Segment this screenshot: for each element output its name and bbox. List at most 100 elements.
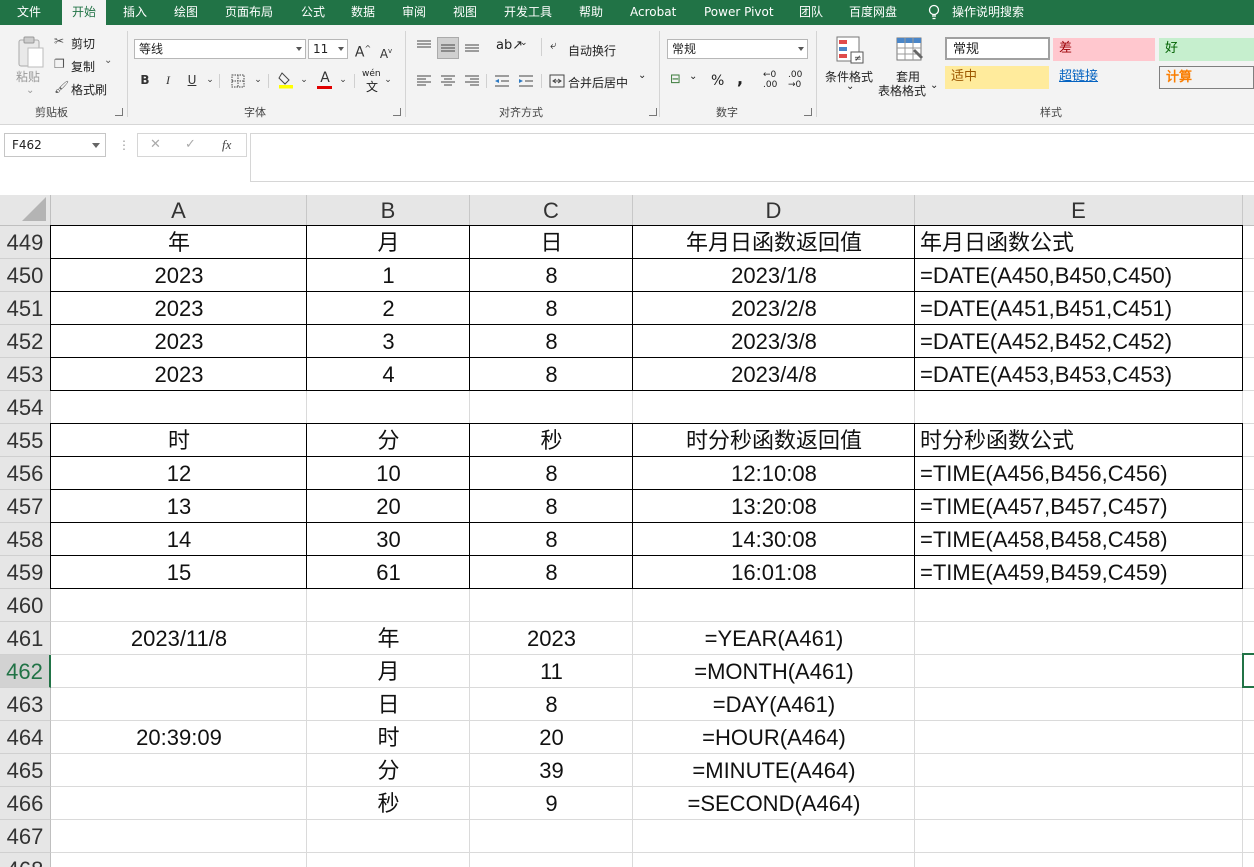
cell-e457[interactable]: =TIME(A457,B457,C457): [915, 490, 1243, 523]
cell-a454[interactable]: [51, 391, 307, 424]
paste-icon[interactable]: [16, 35, 46, 69]
drag-handle-icon[interactable]: ⋮: [118, 138, 130, 152]
column-header-b[interactable]: B: [307, 195, 470, 226]
cell-c467[interactable]: [470, 820, 633, 853]
menu-page-layout[interactable]: 页面布局: [225, 0, 273, 25]
font-color-button[interactable]: A: [315, 68, 335, 88]
row-header-462[interactable]: 462: [0, 655, 51, 688]
cell-e453[interactable]: =DATE(A453,B453,C453): [915, 358, 1243, 391]
cell-d459[interactable]: 16:01:08: [633, 556, 915, 589]
column-header-e[interactable]: E: [915, 195, 1243, 226]
cell-b461[interactable]: 年: [307, 622, 470, 655]
column-header-a[interactable]: A: [51, 195, 307, 226]
cell-d461[interactable]: =YEAR(A461): [633, 622, 915, 655]
cell-e449[interactable]: 年月日函数公式: [915, 226, 1243, 259]
wrap-text-button[interactable]: 自动换行: [568, 42, 616, 59]
cell-b459[interactable]: 61: [307, 556, 470, 589]
row-header-455[interactable]: 455: [0, 424, 51, 457]
format-as-table-icon[interactable]: [895, 35, 925, 65]
cell-b458[interactable]: 30: [307, 523, 470, 556]
format-as-table-chevron-icon[interactable]: ⌄: [930, 80, 938, 91]
cell-d457[interactable]: 13:20:08: [633, 490, 915, 523]
cell-c458[interactable]: 8: [470, 523, 633, 556]
format-as-table-label-2[interactable]: 表格格式: [878, 82, 926, 99]
font-launcher-icon[interactable]: [393, 108, 401, 116]
row-header-461[interactable]: 461: [0, 622, 51, 655]
cell-b453[interactable]: 4: [307, 358, 470, 391]
tell-me-search[interactable]: 操作说明搜索: [952, 0, 1024, 25]
cell-c463[interactable]: 8: [470, 688, 633, 721]
cell-a462[interactable]: [51, 655, 307, 688]
grow-font-button[interactable]: A^: [353, 39, 373, 61]
cell-e459[interactable]: =TIME(A459,B459,C459): [915, 556, 1243, 589]
cell-c456[interactable]: 8: [470, 457, 633, 490]
cell-a459[interactable]: 15: [51, 556, 307, 589]
cell-d465[interactable]: =MINUTE(A464): [633, 754, 915, 787]
cell-a465[interactable]: [51, 754, 307, 787]
cell-b456[interactable]: 10: [307, 457, 470, 490]
percent-style-button[interactable]: %: [711, 73, 724, 89]
cell-c468[interactable]: [470, 853, 633, 867]
cell-e466[interactable]: [915, 787, 1243, 820]
italic-button[interactable]: I: [158, 70, 178, 90]
cell-a463[interactable]: [51, 688, 307, 721]
menu-data[interactable]: 数据: [351, 0, 375, 25]
cell-e455[interactable]: 时分秒函数公式: [915, 424, 1243, 457]
cell-d463[interactable]: =DAY(A461): [633, 688, 915, 721]
row-header-463[interactable]: 463: [0, 688, 51, 721]
cell-e468[interactable]: [915, 853, 1243, 867]
cell-a455[interactable]: 时: [51, 424, 307, 457]
alignment-launcher-icon[interactable]: [649, 108, 657, 116]
menu-developer[interactable]: 开发工具: [504, 0, 552, 25]
copy-button[interactable]: 复制: [71, 58, 95, 75]
menu-power-pivot[interactable]: Power Pivot: [704, 0, 774, 25]
phonetic-chevron-icon[interactable]: ⌄: [378, 70, 398, 90]
cell-a453[interactable]: 2023: [51, 358, 307, 391]
cell-d452[interactable]: 2023/3/8: [633, 325, 915, 358]
row-header-450[interactable]: 450: [0, 259, 51, 292]
style-good[interactable]: 好: [1159, 38, 1254, 61]
row-header-468[interactable]: 468: [0, 853, 51, 867]
align-top-icon[interactable]: [416, 39, 432, 53]
menu-team[interactable]: 团队: [799, 0, 823, 25]
cell-d451[interactable]: 2023/2/8: [633, 292, 915, 325]
cell-e450[interactable]: =DATE(A450,B450,C450): [915, 259, 1243, 292]
insert-function-icon[interactable]: fx: [222, 137, 231, 153]
cell-c452[interactable]: 8: [470, 325, 633, 358]
cell-a460[interactable]: [51, 589, 307, 622]
cell-d455[interactable]: 时分秒函数返回值: [633, 424, 915, 457]
row-header-453[interactable]: 453: [0, 358, 51, 391]
row-header-451[interactable]: 451: [0, 292, 51, 325]
cell-d450[interactable]: 2023/1/8: [633, 259, 915, 292]
cell-d466[interactable]: =SECOND(A464): [633, 787, 915, 820]
cell-e463[interactable]: [915, 688, 1243, 721]
cell-b455[interactable]: 分: [307, 424, 470, 457]
name-box[interactable]: F462: [4, 133, 106, 157]
cell-d468[interactable]: [633, 853, 915, 867]
cell-c465[interactable]: 39: [470, 754, 633, 787]
number-format-combo[interactable]: 常规: [667, 39, 808, 59]
paste-button[interactable]: 粘贴: [16, 68, 40, 85]
cut-button[interactable]: 剪切: [71, 35, 95, 52]
cell-e461[interactable]: [915, 622, 1243, 655]
merge-center-button[interactable]: 合并后居中: [568, 74, 628, 91]
cell-c457[interactable]: 8: [470, 490, 633, 523]
shrink-font-button[interactable]: Av: [376, 41, 396, 61]
cell-c451[interactable]: 8: [470, 292, 633, 325]
align-middle-button[interactable]: [437, 37, 459, 59]
cell-b449[interactable]: 月: [307, 226, 470, 259]
menu-view[interactable]: 视图: [453, 0, 477, 25]
merge-chevron-icon[interactable]: ⌄: [638, 70, 646, 81]
cell-c466[interactable]: 9: [470, 787, 633, 820]
cell-b452[interactable]: 3: [307, 325, 470, 358]
cell-d462[interactable]: =MONTH(A461): [633, 655, 915, 688]
cell-c459[interactable]: 8: [470, 556, 633, 589]
cell-b460[interactable]: [307, 589, 470, 622]
format-painter-button[interactable]: 格式刷: [71, 81, 107, 98]
cell-d449[interactable]: 年月日函数返回值: [633, 226, 915, 259]
cell-b451[interactable]: 2: [307, 292, 470, 325]
align-bottom-icon[interactable]: [464, 39, 480, 53]
underline-chevron-icon[interactable]: ⌄: [200, 70, 220, 90]
cell-b450[interactable]: 1: [307, 259, 470, 292]
style-normal[interactable]: 常规: [945, 37, 1050, 60]
